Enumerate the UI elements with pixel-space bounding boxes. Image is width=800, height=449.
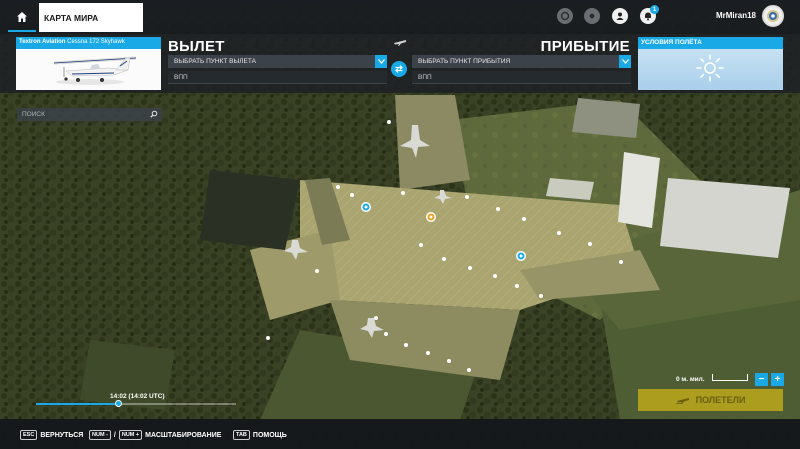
activity-icon[interactable] <box>584 8 600 24</box>
num-plus-key: NUM + <box>118 430 143 440</box>
tab-world-map-label: КАРТА МИРА <box>44 12 99 23</box>
notification-badge: 1 <box>650 5 659 14</box>
search-icon <box>150 110 158 118</box>
tab-world-map[interactable]: КАРТА МИРА <box>39 3 143 32</box>
departure-runway-field[interactable]: ВПП <box>168 71 387 84</box>
aircraft-image-icon <box>16 49 161 90</box>
airport-marker[interactable] <box>426 212 436 222</box>
arrival-title: ПРИБЫТИЕ <box>540 38 630 55</box>
swap-icon <box>395 65 403 73</box>
zoom-hint[interactable]: NUM - / NUM + МАСШТАБИРОВАНИЕ <box>89 430 221 440</box>
sun-icon <box>696 54 724 82</box>
help-hint[interactable]: TAB ПОМОЩЬ <box>233 430 287 440</box>
search-input[interactable]: ПОИСК <box>17 108 162 121</box>
home-button[interactable] <box>8 4 36 32</box>
avatar[interactable] <box>762 5 784 27</box>
departure-select-label: ВЫБРАТЬ ПУНКТ ВЫЛЕТА <box>174 58 256 65</box>
arrival-runway-field[interactable]: ВПП <box>412 71 631 84</box>
notifications-icon[interactable]: 1 <box>640 5 659 24</box>
marketplace-icon[interactable] <box>557 8 573 24</box>
time-of-day-label: 14:02 (14:02 UTC) <box>110 393 165 400</box>
zoom-separator: / <box>113 431 116 439</box>
profile-icon[interactable] <box>612 8 628 24</box>
top-bar: КАРТА МИРА 1 MrMiran18 <box>0 0 800 34</box>
departure-title: ВЫЛЕТ <box>168 38 225 55</box>
swap-airports-button[interactable] <box>391 61 407 77</box>
map-scale-label: 0 м. мил. <box>676 376 705 383</box>
zoom-in-button[interactable]: + <box>771 373 784 386</box>
home-icon <box>17 12 27 22</box>
airport-marker[interactable] <box>361 202 371 212</box>
departure-runway-label: ВПП <box>174 74 188 81</box>
aircraft-name: Textron Aviation Cessna 172 Skyhawk <box>16 37 161 49</box>
arrival-select-label: ВЫБРАТЬ ПУНКТ ПРИБЫТИЯ <box>418 58 511 65</box>
aircraft-model: Cessna 172 Skyhawk <box>65 39 125 45</box>
back-label: ВЕРНУТЬСЯ <box>40 431 84 439</box>
fly-button[interactable]: ПОЛЕТЕЛИ <box>638 389 783 411</box>
chevron-down-icon <box>375 55 387 68</box>
map-scale-bar <box>712 374 748 381</box>
esc-key: ESC <box>20 430 38 440</box>
help-label: ПОМОЩЬ <box>252 431 287 439</box>
takeoff-plane-icon <box>394 40 406 46</box>
back-hint[interactable]: ESC ВЕРНУТЬСЯ <box>20 430 83 440</box>
time-slider-handle[interactable] <box>115 400 122 407</box>
flight-plan-panel: Textron Aviation Cessna 172 Skyhawk ВЫЛЕ… <box>0 34 800 93</box>
tab-key: TAB <box>233 430 250 440</box>
aircraft-selection-card[interactable]: Textron Aviation Cessna 172 Skyhawk <box>16 37 161 90</box>
departure-select[interactable]: ВЫБРАТЬ ПУНКТ ВЫЛЕТА <box>168 55 387 68</box>
search-placeholder: ПОИСК <box>22 111 45 118</box>
airport-marker[interactable] <box>516 251 526 261</box>
time-slider-fill <box>36 403 118 405</box>
chevron-down-icon <box>619 55 631 68</box>
flight-conditions-card[interactable]: УСЛОВИЯ ПОЛЁТА <box>638 37 783 90</box>
arrival-runway-label: ВПП <box>418 74 432 81</box>
username: MrMiran18 <box>715 11 756 20</box>
arrival-select[interactable]: ВЫБРАТЬ ПУНКТ ПРИБЫТИЯ <box>412 55 631 68</box>
aircraft-brand: Textron Aviation <box>19 39 66 45</box>
zoom-out-button[interactable]: − <box>755 373 768 386</box>
fly-button-label: ПОЛЕТЕЛИ <box>695 395 746 405</box>
takeoff-plane-icon <box>675 398 689 404</box>
flight-conditions-title: УСЛОВИЯ ПОЛЁТА <box>638 37 783 49</box>
zoom-label: МАСШТАБИРОВАНИЕ <box>145 431 222 439</box>
time-of-day-slider[interactable] <box>36 400 236 407</box>
avatar-emblem-icon <box>767 10 779 22</box>
bottom-hint-bar: ESC ВЕРНУТЬСЯ NUM - / NUM + МАСШТАБИРОВА… <box>0 419 800 449</box>
num-minus-key: NUM - <box>89 430 111 440</box>
